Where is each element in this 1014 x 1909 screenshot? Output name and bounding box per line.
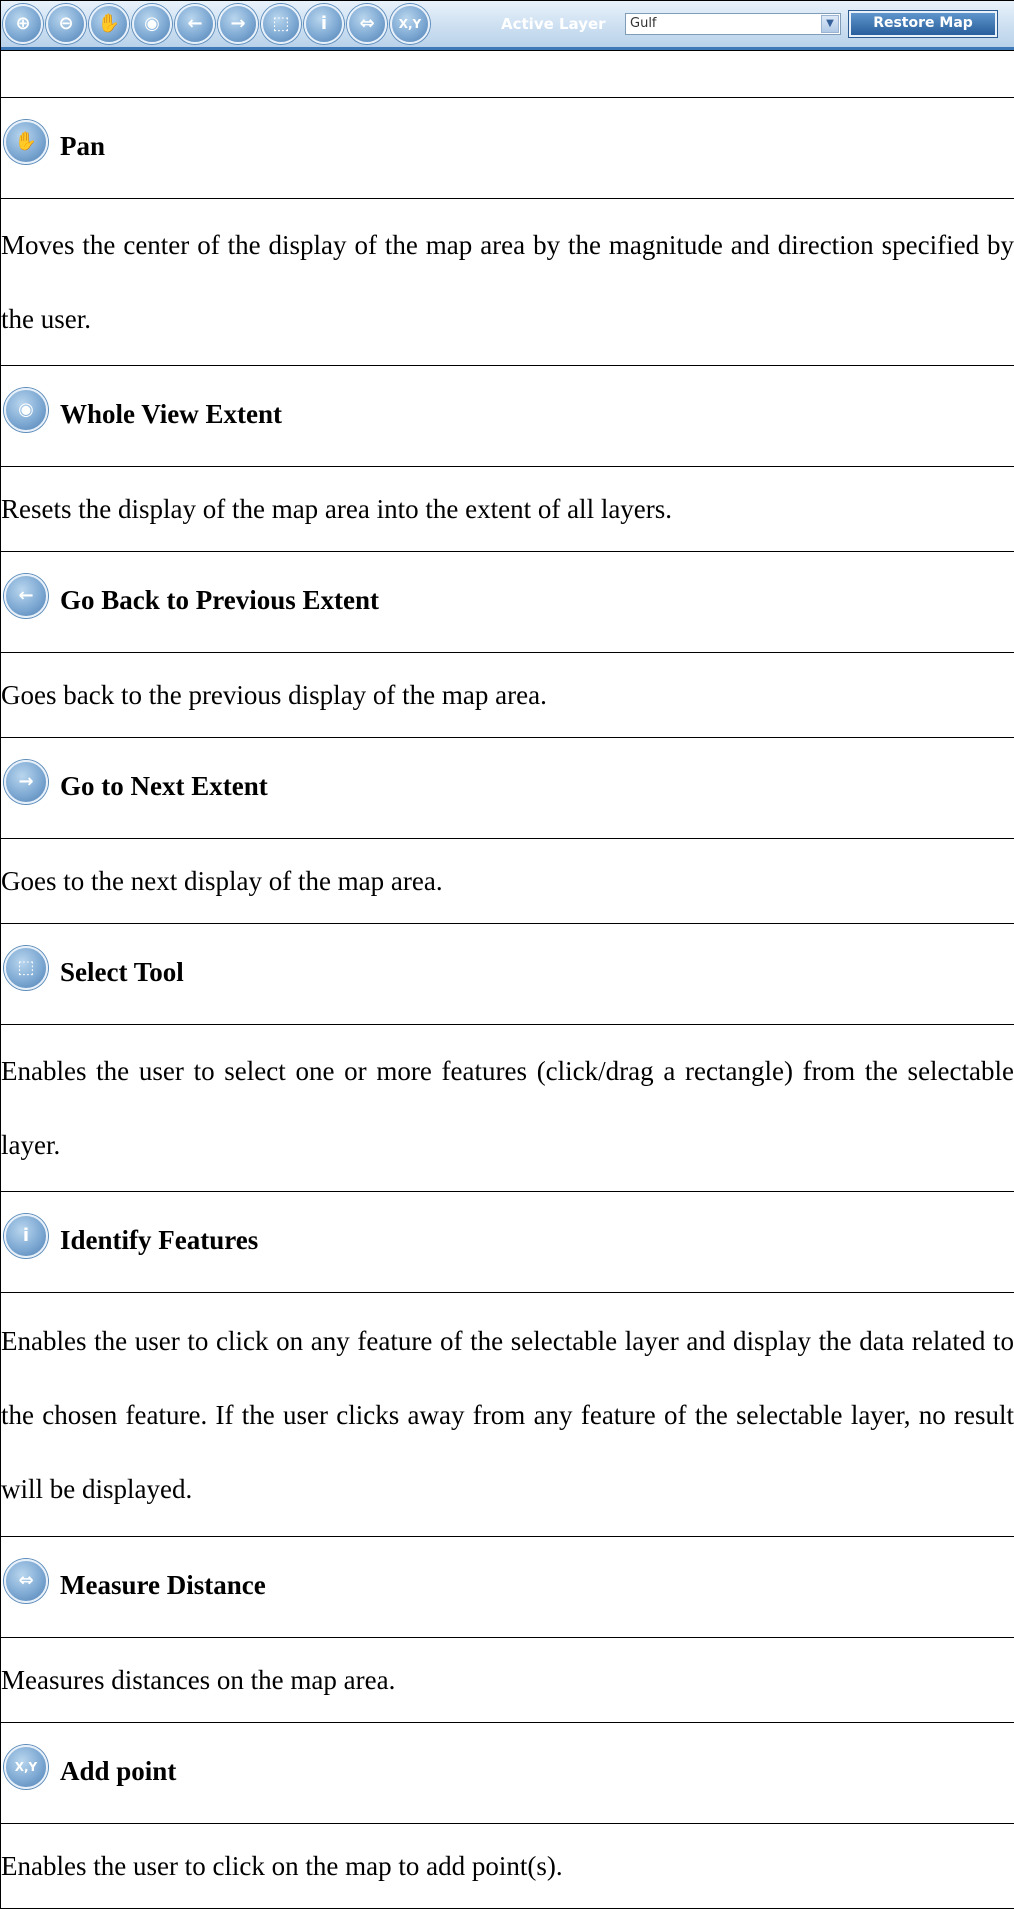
section-heading-pan: ✋ Pan — [1, 98, 1014, 199]
select-rectangle-icon: ⬚ — [4, 946, 48, 990]
document-page: ⊕ ⊖ ✋ ◉ ← → ⬚ i ⇔ X,Y Active Layer Gulf … — [0, 0, 1014, 1909]
section-heading-measure-distance: ⇔ Measure Distance — [1, 1537, 1014, 1638]
section-title: Add point — [60, 1756, 176, 1787]
chevron-down-icon[interactable]: ▼ — [821, 15, 839, 33]
pan-hand-icon[interactable]: ✋ — [89, 4, 129, 44]
whole-view-globe-icon[interactable]: ◉ — [132, 4, 172, 44]
measure-ruler-icon: ⇔ — [4, 1559, 48, 1603]
section-heading-whole-view-extent: ◉ Whole View Extent — [1, 366, 1014, 467]
section-title: Pan — [60, 131, 105, 162]
active-layer-value: Gulf — [630, 16, 657, 31]
measure-ruler-icon[interactable]: ⇔ — [347, 4, 387, 44]
section-description-pan: Moves the center of the display of the m… — [1, 199, 1014, 366]
section-description-select-tool: Enables the user to select one or more f… — [1, 1025, 1014, 1192]
section-description-go-back: Goes back to the previous display of the… — [1, 653, 1014, 738]
spacer-row — [1, 51, 1014, 98]
back-arrow-icon: ← — [4, 574, 48, 618]
section-title: Identify Features — [60, 1225, 258, 1256]
section-title: Measure Distance — [60, 1570, 266, 1601]
section-heading-add-point: X,Y Add point — [1, 1723, 1014, 1824]
section-title: Whole View Extent — [60, 399, 282, 430]
section-description-measure-distance: Measures distances on the map area. — [1, 1638, 1014, 1723]
map-toolbar: ⊕ ⊖ ✋ ◉ ← → ⬚ i ⇔ X,Y Active Layer Gulf … — [1, 1, 1014, 50]
section-description-go-next: Goes to the next display of the map area… — [1, 839, 1014, 924]
zoom-in-icon[interactable]: ⊕ — [3, 4, 43, 44]
restore-map-button[interactable]: Restore Map — [849, 11, 997, 37]
section-heading-go-back: ← Go Back to Previous Extent — [1, 552, 1014, 653]
tool-reference-table: ⊕ ⊖ ✋ ◉ ← → ⬚ i ⇔ X,Y Active Layer Gulf … — [0, 0, 1014, 1909]
xy-point-icon: X,Y — [4, 1745, 48, 1789]
section-title: Go Back to Previous Extent — [60, 585, 379, 616]
identify-info-icon[interactable]: i — [304, 4, 344, 44]
section-heading-go-next: → Go to Next Extent — [1, 738, 1014, 839]
section-heading-select-tool: ⬚ Select Tool — [1, 924, 1014, 1025]
section-description-identify-features: Enables the user to click on any feature… — [1, 1293, 1014, 1537]
active-layer-label: Active Layer — [501, 15, 606, 33]
toolbar-row: ⊕ ⊖ ✋ ◉ ← → ⬚ i ⇔ X,Y Active Layer Gulf … — [1, 1, 1014, 51]
whole-view-globe-icon: ◉ — [4, 388, 48, 432]
forward-arrow-icon[interactable]: → — [218, 4, 258, 44]
back-arrow-icon[interactable]: ← — [175, 4, 215, 44]
forward-arrow-icon: → — [4, 760, 48, 804]
select-rectangle-icon[interactable]: ⬚ — [261, 4, 301, 44]
pan-hand-icon: ✋ — [4, 120, 48, 164]
xy-point-icon[interactable]: X,Y — [390, 4, 430, 44]
active-layer-select[interactable]: Gulf ▼ — [625, 13, 841, 35]
section-title: Go to Next Extent — [60, 771, 268, 802]
identify-info-icon: i — [4, 1214, 48, 1258]
section-title: Select Tool — [60, 957, 184, 988]
section-description-add-point: Enables the user to click on the map to … — [1, 1824, 1014, 1909]
zoom-out-icon[interactable]: ⊖ — [46, 4, 86, 44]
section-description-whole-view-extent: Resets the display of the map area into … — [1, 467, 1014, 552]
section-heading-identify-features: i Identify Features — [1, 1192, 1014, 1293]
